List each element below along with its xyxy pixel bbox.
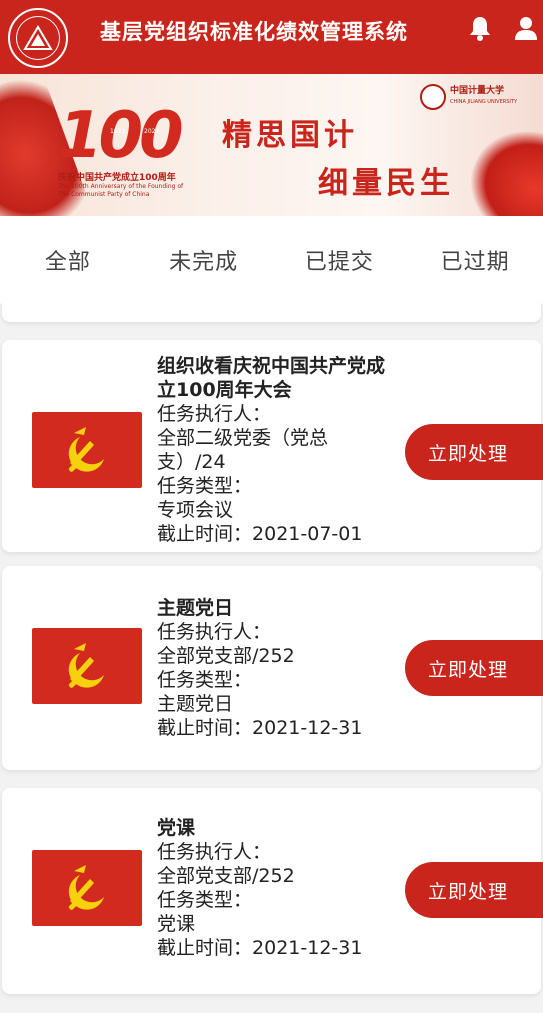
- task-title: 组织收看庆祝中国共产党成立100周年大会: [157, 355, 386, 401]
- list-item: [2, 300, 541, 322]
- executor-label: 任务执行人：: [157, 403, 272, 425]
- anniversary-en: The 100th Anniversary of the Founding of…: [58, 183, 184, 198]
- deadline-label: 截止时间：: [157, 937, 253, 959]
- tab-all[interactable]: 全部: [0, 216, 136, 304]
- anniversary-emblem: 100 1921 2021 庆祝中国共产党成立100周年 The 100th A…: [58, 104, 198, 204]
- university-name-en: CHINA JILIANG UNIVERSITY: [450, 99, 517, 105]
- task-info: 组织收看庆祝中国共产党成立100周年大会 任务执行人： 全部二级党委（党总支）/…: [157, 354, 397, 546]
- tab-incomplete[interactable]: 未完成: [136, 216, 272, 304]
- process-button[interactable]: 立即处理: [405, 640, 543, 696]
- type-label: 任务类型：: [157, 475, 253, 497]
- type-value: 专项会议: [157, 499, 234, 521]
- party-flag-icon: [32, 850, 142, 926]
- deadline-label: 截止时间：: [157, 523, 253, 545]
- task-title: 党课: [157, 817, 196, 839]
- app-root: 基层党组织标准化绩效管理系统 100 1921 2021 庆祝中国共产党成立10…: [0, 0, 543, 1013]
- user-icon[interactable]: [512, 14, 540, 42]
- slogan-line-1: 精思国计: [222, 118, 358, 153]
- party-flag-icon: [32, 412, 142, 488]
- process-button[interactable]: 立即处理: [405, 424, 543, 480]
- top-bar: 基层党组织标准化绩效管理系统: [0, 0, 543, 74]
- university-logo-icon: [8, 8, 68, 68]
- executor-label: 任务执行人：: [157, 621, 272, 643]
- year-end: 2021: [144, 128, 160, 135]
- deadline-value: 2021-12-31: [252, 937, 363, 959]
- task-info: 党课 任务执行人： 全部党支部/252 任务类型： 党课 截止时间： 2021-…: [157, 816, 397, 960]
- deadline-value: 2021-12-31: [252, 717, 363, 739]
- year-start: 1921: [110, 128, 126, 135]
- task-card: 组织收看庆祝中国共产党成立100周年大会 任务执行人： 全部二级党委（党总支）/…: [2, 340, 543, 552]
- type-value: 党课: [157, 913, 196, 935]
- bell-icon[interactable]: [466, 14, 494, 42]
- ribbon-decoration: [452, 111, 543, 216]
- deadline-value: 2021-07-01: [252, 523, 363, 545]
- university-badge-icon: [420, 84, 446, 110]
- deadline-label: 截止时间：: [157, 717, 253, 739]
- university-mark: 中国计量大学 CHINA JILIANG UNIVERSITY: [420, 82, 535, 112]
- task-title: 主题党日: [157, 597, 234, 619]
- executor-value: 全部党支部/252: [157, 645, 295, 667]
- page-title: 基层党组织标准化绩效管理系统: [100, 20, 408, 44]
- tab-expired[interactable]: 已过期: [407, 216, 543, 304]
- tab-submitted[interactable]: 已提交: [272, 216, 408, 304]
- executor-label: 任务执行人：: [157, 841, 272, 863]
- filter-tabs: 全部 未完成 已提交 已过期: [0, 216, 543, 304]
- type-label: 任务类型：: [157, 669, 253, 691]
- slogan-line-2: 细量民生: [318, 166, 454, 201]
- type-label: 任务类型：: [157, 889, 253, 911]
- task-info: 主题党日 任务执行人： 全部党支部/252 任务类型： 主题党日 截止时间： 2…: [157, 596, 397, 740]
- process-button[interactable]: 立即处理: [405, 862, 543, 918]
- task-card: 党课 任务执行人： 全部党支部/252 任务类型： 党课 截止时间： 2021-…: [2, 788, 543, 994]
- anniversary-number: 100: [58, 99, 184, 173]
- party-flag-icon: [32, 628, 142, 704]
- executor-value: 全部二级党委（党总支）/24: [157, 427, 329, 473]
- task-card: 主题党日 任务执行人： 全部党支部/252 任务类型： 主题党日 截止时间： 2…: [2, 566, 543, 770]
- banner: 100 1921 2021 庆祝中国共产党成立100周年 The 100th A…: [0, 74, 543, 216]
- university-name: 中国计量大学: [450, 86, 505, 96]
- type-value: 主题党日: [157, 693, 234, 715]
- executor-value: 全部党支部/252: [157, 865, 295, 887]
